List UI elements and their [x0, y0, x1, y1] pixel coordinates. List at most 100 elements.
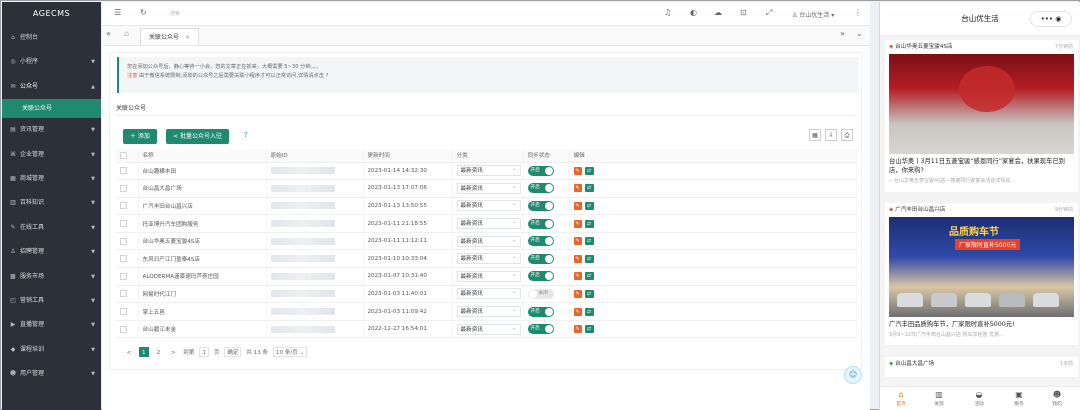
page-2[interactable]: 2 — [154, 348, 164, 358]
link-icon[interactable]: ⇄ — [584, 219, 594, 228]
edit-icon[interactable]: ✎ — [573, 219, 582, 228]
sidebar-item[interactable]: ▥ 百科知识 ▼ — [2, 191, 101, 215]
sidebar-item[interactable]: ▦ 商城管理 ▼ — [2, 167, 101, 191]
sidebar-item[interactable]: ▤ 资讯管理 ▼ — [2, 118, 101, 142]
columns-icon[interactable]: ▦ — [809, 129, 821, 141]
sync-toggle[interactable]: 开启 — [527, 200, 554, 211]
search-input[interactable]: 搜索 — [170, 10, 180, 17]
link-icon[interactable]: ⇄ — [584, 325, 594, 334]
next-page[interactable]: > — [168, 348, 178, 358]
sync-toggle[interactable]: 开启 — [527, 324, 554, 335]
select-all-checkbox[interactable] — [120, 151, 127, 159]
category-select[interactable]: 最新资讯 — [456, 217, 521, 230]
edit-icon[interactable]: ✎ — [573, 272, 582, 281]
prev-page[interactable]: < — [124, 348, 134, 358]
row-checkbox[interactable] — [120, 290, 127, 298]
fullscreen-icon[interactable]: ⤢ — [766, 8, 772, 18]
tab-scroll-right-icon[interactable]: » — [840, 29, 845, 38]
help-icon[interactable]: ? — [326, 73, 329, 79]
row-checkbox[interactable] — [120, 184, 127, 192]
article-card[interactable]: ◈ 广汽丰田台山昌兴店 9分钟前 品质购车节 厂家限时直补5000元 广汽丰田品质… — [885, 203, 1078, 345]
category-select[interactable]: 最新资讯 — [456, 235, 521, 247]
category-select[interactable]: 最新资讯 — [456, 270, 521, 282]
link-icon[interactable]: ⇄ — [584, 289, 594, 298]
row-checkbox[interactable] — [120, 202, 127, 210]
category-select[interactable]: 最新资讯 — [456, 323, 521, 335]
tab-menu-icon[interactable]: ⌄ — [856, 29, 863, 38]
sync-toggle[interactable]: 开启 — [527, 306, 554, 317]
sync-toggle[interactable]: 关闭 — [527, 288, 554, 299]
link-icon[interactable]: ⇄ — [584, 254, 594, 263]
capsule-menu[interactable]: ••• ◉ — [1030, 11, 1072, 27]
sync-toggle[interactable]: 开启 — [527, 253, 554, 264]
bell-icon[interactable]: ♫ — [664, 8, 671, 17]
link-icon[interactable]: ⇄ — [584, 184, 594, 193]
cloud-icon[interactable]: ☁ — [714, 8, 722, 17]
edit-icon[interactable]: ✎ — [573, 325, 582, 334]
tabbar-discover[interactable]: ▥ 发现 — [924, 390, 954, 407]
tabbar-home[interactable]: ⌂ 首页 — [886, 390, 916, 407]
page-1[interactable]: 1 — [138, 347, 149, 357]
menu-icon[interactable]: ☰ — [114, 8, 121, 17]
sidebar-item[interactable]: ◎ 小程序 ▼ — [2, 50, 101, 74]
goto-input[interactable]: 1 — [199, 347, 210, 357]
category-select[interactable]: 最新资讯 — [456, 305, 521, 318]
sidebar-item[interactable]: ▩ 服务市场 ▼ — [2, 265, 101, 289]
sidebar-item[interactable]: ⌘ 企业管理 ▼ — [2, 143, 101, 167]
category-select[interactable]: 最新资讯 — [456, 287, 521, 300]
row-checkbox[interactable] — [120, 272, 127, 280]
sync-toggle[interactable]: 开启 — [527, 236, 554, 247]
row-checkbox[interactable] — [120, 255, 127, 263]
float-service-icon[interactable]: ☺ — [844, 366, 862, 384]
row-checkbox[interactable] — [120, 237, 127, 245]
sidebar-item[interactable]: ♙ 招聘管理 ▼ — [2, 240, 101, 264]
link-icon[interactable]: ⇄ — [584, 166, 594, 175]
edit-icon[interactable]: ✎ — [573, 237, 582, 246]
help-icon[interactable]: ? — [244, 131, 248, 139]
user-menu[interactable]: ♙ 台山优生活 ▾ — [792, 10, 834, 19]
edit-icon[interactable]: ✎ — [573, 289, 582, 298]
sidebar-item[interactable]: ☻ 用户管理 ▼ — [2, 362, 101, 386]
category-select[interactable]: 最新资讯 — [456, 182, 521, 194]
page-size-select[interactable]: 10 条/页 ⌄ — [272, 347, 308, 357]
row-checkbox[interactable] — [120, 167, 127, 175]
edit-icon[interactable]: ✎ — [573, 254, 582, 263]
sidebar-subitem-active[interactable]: 关联公众号 — [2, 99, 101, 119]
sidebar-item[interactable]: ✉ 公众号 ▲ — [2, 75, 101, 99]
sidebar-item[interactable]: ⌂ 控制台 — [2, 26, 101, 50]
edit-icon[interactable]: ✎ — [573, 166, 582, 175]
goto-confirm-button[interactable]: 确定 — [224, 347, 242, 357]
row-checkbox[interactable] — [120, 325, 127, 333]
home-tab-icon[interactable]: ⌂ — [124, 29, 129, 38]
category-select[interactable]: 最新资讯 — [456, 252, 521, 265]
category-select[interactable]: 最新资讯 — [456, 164, 521, 177]
row-checkbox[interactable] — [120, 220, 127, 228]
link-icon[interactable]: ⇄ — [584, 307, 594, 316]
sidebar-item[interactable]: ▶ 直播管理 ▼ — [2, 313, 101, 337]
tabbar-service[interactable]: ▣ 服务 — [1004, 390, 1034, 407]
sync-toggle[interactable]: 开启 — [527, 183, 554, 194]
tabbar-mine[interactable]: ☻ 我的 — [1042, 390, 1072, 407]
theme-icon[interactable]: ◐ — [690, 8, 697, 17]
sync-toggle[interactable]: 开启 — [527, 271, 554, 282]
link-icon[interactable]: ⇄ — [584, 201, 594, 210]
tab-current[interactable]: 关联公众号 × — [140, 28, 200, 45]
edit-icon[interactable]: ✎ — [573, 184, 582, 193]
lock-icon[interactable]: ⊡ — [740, 8, 747, 17]
print-icon[interactable]: ⎙ — [841, 129, 853, 141]
export-icon[interactable]: ⇩ — [825, 129, 837, 141]
link-icon[interactable]: ⇄ — [584, 237, 594, 246]
edit-icon[interactable]: ✎ — [573, 201, 582, 210]
category-select[interactable]: 最新资讯 — [456, 199, 521, 212]
edit-icon[interactable]: ✎ — [573, 307, 582, 316]
batch-import-button[interactable]: ⋖ 批量公众号入驻 — [166, 129, 229, 144]
close-icon[interactable]: × — [185, 34, 190, 41]
sync-toggle[interactable]: 开启 — [527, 165, 554, 176]
sync-toggle[interactable]: 开启 — [527, 218, 554, 229]
sidebar-item[interactable]: ◆ 课程培训 ▼ — [2, 338, 101, 362]
refresh-icon[interactable]: ↻ — [140, 8, 147, 17]
tabbar-activity[interactable]: ◒ 活动 — [964, 390, 994, 407]
sidebar-item[interactable]: ◰ 营销工具 ▼ — [2, 289, 101, 313]
more-icon[interactable]: ⋮ — [854, 8, 862, 17]
tab-scroll-left-icon[interactable]: « — [106, 29, 111, 38]
